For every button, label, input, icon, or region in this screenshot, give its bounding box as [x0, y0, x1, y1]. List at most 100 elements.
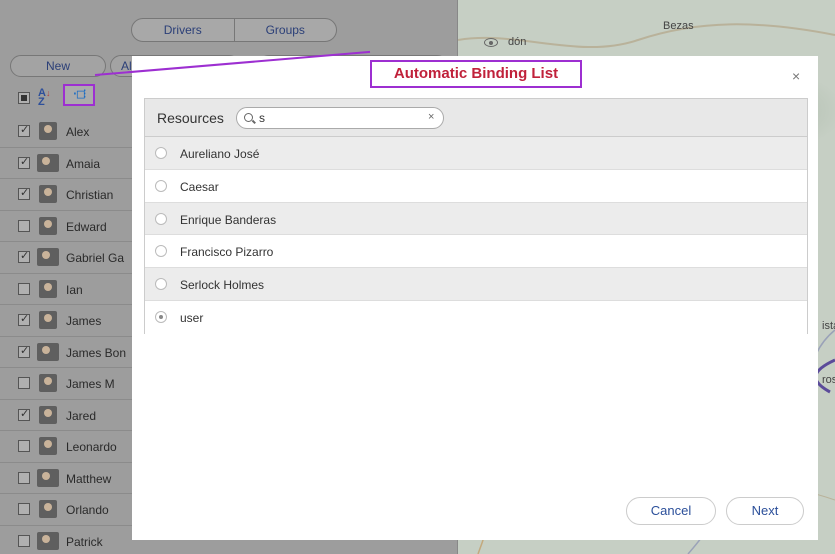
- resource-search[interactable]: ×: [236, 107, 444, 129]
- resource-name: Aureliano José: [180, 147, 260, 161]
- driver-checkbox[interactable]: [18, 503, 30, 515]
- driver-name: Orlando: [66, 503, 109, 517]
- avatar: [39, 500, 57, 518]
- resource-radio[interactable]: [155, 147, 167, 159]
- driver-name: Ian: [66, 282, 83, 297]
- map-label: ista: [822, 320, 835, 332]
- automatic-binding-callout: Automatic Binding List: [370, 60, 582, 88]
- avatar: [39, 311, 57, 329]
- map-label: ros: [822, 374, 835, 386]
- driver-checkbox[interactable]: [18, 471, 30, 484]
- driver-checkbox[interactable]: [18, 282, 30, 295]
- tab-groups[interactable]: Groups: [235, 19, 337, 41]
- driver-row[interactable]: Patrick: [0, 526, 140, 554]
- eye-icon[interactable]: [484, 38, 498, 47]
- resource-row[interactable]: Francisco Pizarro: [145, 235, 807, 269]
- driver-checkbox[interactable]: [18, 440, 30, 452]
- resource-radio[interactable]: [155, 212, 167, 225]
- driver-name: Patrick: [66, 534, 103, 549]
- avatar: [39, 405, 57, 424]
- search-input[interactable]: [259, 110, 419, 126]
- driver-name: Christian: [66, 188, 114, 202]
- driver-row[interactable]: James M: [0, 368, 140, 400]
- driver-row[interactable]: Edward: [0, 211, 140, 242]
- next-button[interactable]: Next: [726, 497, 804, 525]
- driver-checkbox[interactable]: [18, 249, 30, 263]
- resource-row[interactable]: Caesar: [145, 169, 807, 203]
- resource-name: user: [180, 310, 204, 325]
- avatar: [37, 248, 59, 266]
- resource-list: Aureliano José Caesar Enrique Banderas Fran…: [145, 137, 807, 334]
- map-label: dón: [508, 36, 527, 48]
- avatar: [37, 153, 59, 172]
- avatar: [39, 437, 57, 455]
- avatar: [39, 374, 57, 392]
- clear-icon[interactable]: ×: [428, 111, 434, 123]
- driver-row[interactable]: Alex: [0, 116, 140, 148]
- avatar: [39, 185, 57, 203]
- resource-row[interactable]: user: [145, 300, 807, 334]
- driver-checkbox[interactable]: [18, 534, 30, 547]
- resource-row[interactable]: Enrique Banderas: [145, 202, 807, 236]
- resources-label: Resources: [157, 110, 224, 126]
- driver-name: Matthew: [66, 471, 112, 486]
- resource-name: Enrique Banderas: [180, 212, 277, 227]
- avatar: [37, 531, 59, 550]
- driver-name: Leonardo: [66, 440, 117, 454]
- driver-checkbox[interactable]: [18, 155, 30, 169]
- driver-row[interactable]: Ian: [0, 274, 140, 305]
- driver-row[interactable]: Gabriel Ga: [0, 242, 140, 274]
- resource-name: Serlock Holmes: [180, 278, 265, 293]
- resource-radio[interactable]: [155, 179, 167, 192]
- driver-list: Alex Amaia Christian Edward Gabriel Ga Ian Jam…: [0, 116, 140, 554]
- avatar: [39, 216, 57, 235]
- avatar: [39, 279, 57, 298]
- driver-checkbox[interactable]: [18, 407, 30, 421]
- driver-row[interactable]: Matthew: [0, 463, 140, 494]
- automatic-binding-icon[interactable]: ·□⁝: [63, 84, 95, 106]
- driver-row[interactable]: Orlando: [0, 494, 140, 526]
- sort-az-icon[interactable]: A↓ Z: [38, 88, 50, 108]
- close-icon[interactable]: ×: [792, 68, 800, 84]
- avatar: [39, 122, 57, 140]
- tab-drivers[interactable]: Drivers: [132, 19, 235, 41]
- driver-name: James: [66, 314, 102, 328]
- avatar: [37, 468, 59, 487]
- driver-row[interactable]: James: [0, 305, 140, 337]
- driver-checkbox[interactable]: [18, 123, 30, 137]
- driver-name: Amaia: [66, 156, 101, 171]
- resource-radio[interactable]: [155, 278, 167, 291]
- driver-name: Jared: [66, 408, 97, 423]
- map-label: Bezas: [663, 20, 694, 32]
- driver-checkbox[interactable]: [18, 186, 30, 200]
- driver-name: James M: [66, 377, 115, 391]
- resource-row[interactable]: Serlock Holmes: [145, 268, 807, 301]
- driver-checkbox[interactable]: [18, 377, 30, 389]
- avatar: [37, 342, 59, 361]
- resources-header: Resources ×: [145, 99, 807, 137]
- cancel-button[interactable]: Cancel: [626, 497, 716, 525]
- resource-name: Caesar: [180, 179, 219, 194]
- resource-row[interactable]: Aureliano José: [145, 137, 807, 170]
- driver-checkbox[interactable]: [18, 219, 30, 232]
- resources-box: Resources × Aureliano José Caesar Enrique …: [144, 98, 808, 334]
- driver-row[interactable]: Leonardo: [0, 431, 140, 463]
- driver-row[interactable]: Christian: [0, 179, 140, 211]
- automatic-binding-dialog: × Resources × Aureliano José Caesar Enriqu…: [132, 56, 818, 540]
- resource-radio[interactable]: [155, 310, 167, 323]
- resource-radio[interactable]: [155, 245, 167, 258]
- search-icon: [244, 113, 253, 122]
- driver-row[interactable]: Jared: [0, 400, 140, 431]
- driver-row[interactable]: Amaia: [0, 148, 140, 179]
- driver-name: James Bon: [66, 345, 127, 360]
- select-all-checkbox[interactable]: [18, 92, 30, 104]
- new-button[interactable]: New: [10, 55, 106, 77]
- driver-checkbox[interactable]: [18, 344, 30, 358]
- driver-name: Gabriel Ga: [66, 251, 125, 265]
- driver-name: Alex: [66, 125, 90, 139]
- driver-row[interactable]: James Bon: [0, 337, 140, 368]
- driver-checkbox[interactable]: [18, 312, 30, 326]
- driver-name: Edward: [66, 219, 107, 234]
- drivers-groups-toggle: Drivers Groups: [131, 18, 337, 42]
- resource-name: Francisco Pizarro: [180, 245, 274, 260]
